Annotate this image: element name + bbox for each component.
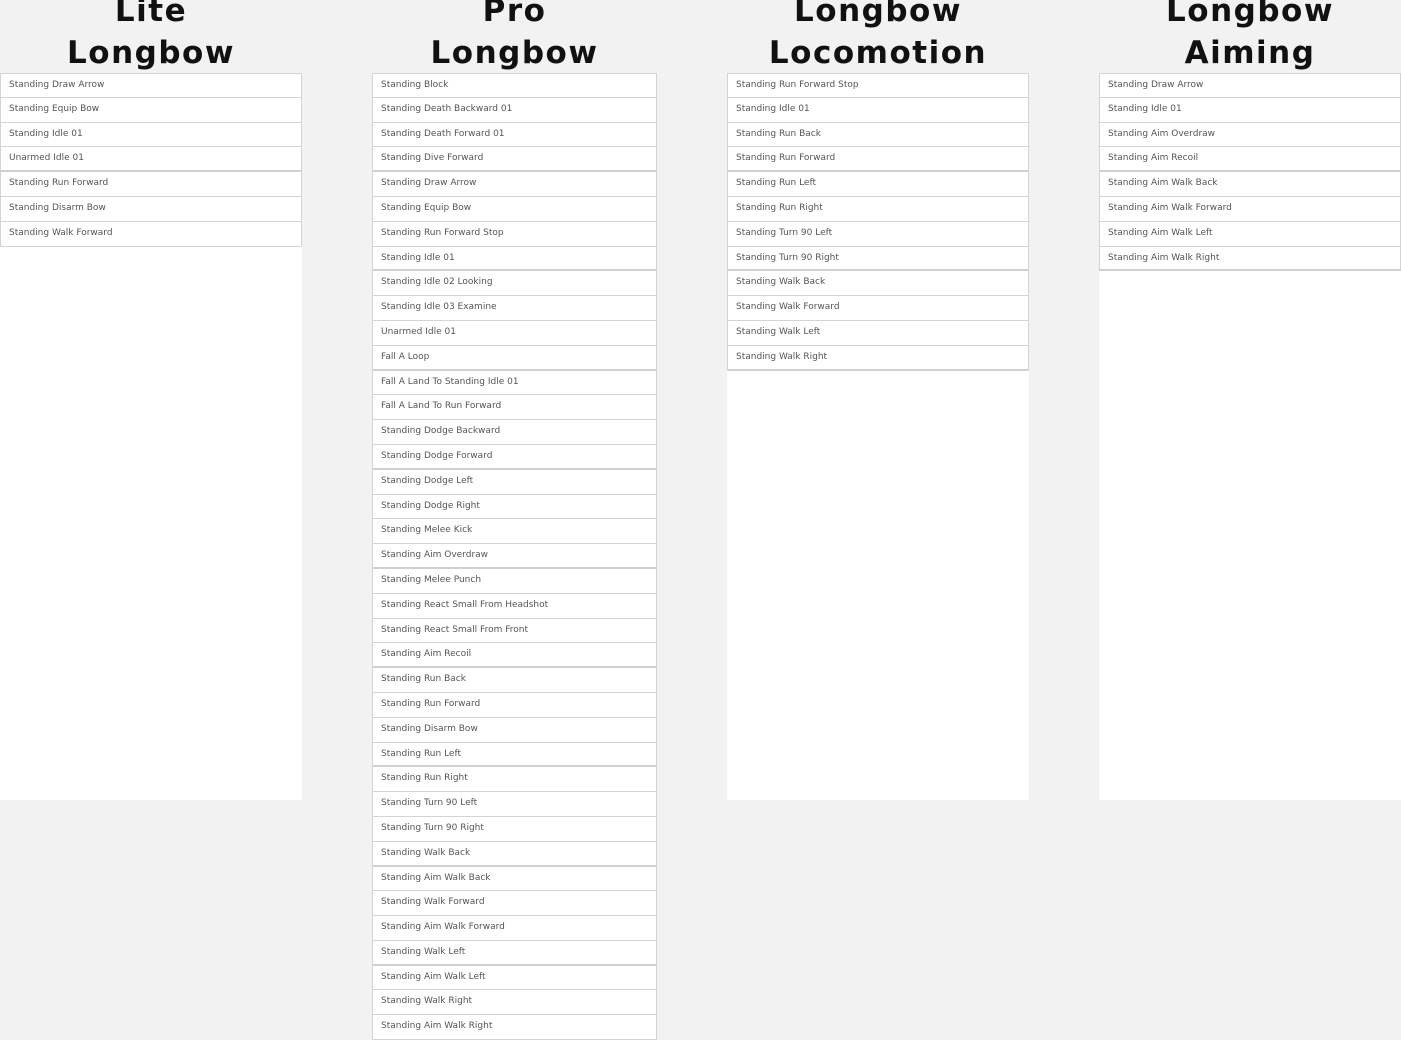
animation-list-item[interactable]: Standing React Small From Front bbox=[372, 618, 657, 644]
animation-list-item[interactable]: Standing Aim Walk Forward bbox=[372, 916, 657, 941]
column-title-line: Locomotion bbox=[768, 35, 988, 71]
animation-list-item[interactable]: Fall A Land To Run Forward bbox=[372, 395, 657, 421]
animation-list: Standing Block Standing Death Backward 01… bbox=[372, 73, 657, 1040]
animation-list-item[interactable]: Standing Walk Back bbox=[727, 271, 1029, 297]
animation-list-item[interactable]: Standing Idle 01 bbox=[0, 122, 302, 148]
animation-list-item[interactable]: Standing Idle 01 bbox=[372, 246, 657, 272]
animation-list-item[interactable]: Standing Aim Walk Right bbox=[372, 1015, 657, 1040]
column-title: Pro Longbow bbox=[372, 0, 657, 74]
animation-list-item[interactable]: Standing Aim Walk Back bbox=[1099, 172, 1401, 197]
animation-list-panel: Standing Draw Arrow Standing Idle 01 Stand… bbox=[1099, 73, 1401, 800]
animation-list-item[interactable]: Unarmed Idle 01 bbox=[0, 147, 302, 173]
column-title: Longbow Aiming bbox=[1099, 0, 1401, 74]
animation-list-item[interactable]: Standing Run Back bbox=[727, 122, 1029, 148]
column-title: Lite Longbow bbox=[0, 0, 302, 74]
animation-list-item[interactable]: Standing Turn 90 Right bbox=[727, 246, 1029, 272]
animation-list-item[interactable]: Standing Aim Walk Right bbox=[1099, 246, 1401, 272]
animation-list-item[interactable]: Standing Turn 90 Left bbox=[372, 792, 657, 817]
animation-list: Standing Run Forward Stop Standing Idle 0… bbox=[727, 73, 1029, 371]
animation-list: Standing Draw Arrow Standing Idle 01 Stand… bbox=[1099, 73, 1401, 272]
animation-list-item[interactable]: Standing React Small From Headshot bbox=[372, 593, 657, 619]
animation-list-item[interactable]: Standing Walk Left bbox=[727, 320, 1029, 346]
animation-list-item[interactable]: Standing Run Back bbox=[372, 668, 657, 693]
animation-list-item[interactable]: Standing Aim Walk Left bbox=[1099, 221, 1401, 247]
animation-list-item[interactable]: Standing Dodge Backward bbox=[372, 420, 657, 445]
animation-list-item[interactable]: Standing Aim Walk Back bbox=[372, 866, 657, 892]
animation-list: Standing Draw Arrow Standing Equip Bow Sta… bbox=[0, 73, 302, 247]
animation-list-item[interactable]: Standing Melee Kick bbox=[372, 519, 657, 545]
animation-list-item[interactable]: Standing Aim Overdraw bbox=[1099, 122, 1401, 148]
animation-list-item[interactable]: Standing Aim Recoil bbox=[1099, 147, 1401, 173]
animation-list-item[interactable]: Standing Idle 02 Looking bbox=[372, 271, 657, 297]
animation-list-item[interactable]: Standing Block bbox=[372, 73, 657, 98]
column-title-line: Lite bbox=[114, 0, 188, 29]
animation-list-item[interactable]: Standing Aim Walk Left bbox=[372, 965, 657, 991]
animation-list-item[interactable]: Standing Aim Recoil bbox=[372, 643, 657, 669]
column-title-line: Aiming bbox=[1184, 35, 1316, 71]
animation-list-item[interactable]: Standing Equip Bow bbox=[372, 196, 657, 222]
animation-list-item[interactable]: Standing Walk Forward bbox=[727, 296, 1029, 321]
animation-list-item[interactable]: Standing Turn 90 Left bbox=[727, 221, 1029, 247]
animation-list-item[interactable]: Standing Disarm Bow bbox=[0, 196, 302, 222]
column-title-line: Longbow bbox=[1166, 0, 1334, 29]
column-title-line: Longbow bbox=[430, 35, 599, 71]
animation-list-item[interactable]: Standing Draw Arrow bbox=[372, 172, 657, 197]
animation-list-item[interactable]: Standing Aim Walk Forward bbox=[1099, 196, 1401, 222]
animation-list-item[interactable]: Fall A Land To Standing Idle 01 bbox=[372, 370, 657, 396]
animation-list-item[interactable]: Standing Equip Bow bbox=[0, 97, 302, 123]
animation-list-item[interactable]: Standing Idle 01 bbox=[1099, 97, 1401, 123]
animation-list-panel: Standing Block Standing Death Backward 01… bbox=[372, 73, 657, 1040]
animation-list-item[interactable]: Standing Draw Arrow bbox=[1099, 73, 1401, 98]
animation-list-item[interactable]: Standing Dive Forward bbox=[372, 147, 657, 173]
animation-list-item[interactable]: Standing Death Backward 01 bbox=[372, 97, 657, 123]
column-title-line: Longbow bbox=[794, 0, 962, 29]
animation-list-item[interactable]: Standing Run Forward Stop bbox=[372, 221, 657, 247]
animation-list-item[interactable]: Standing Draw Arrow bbox=[0, 73, 302, 98]
animation-list-item[interactable]: Standing Idle 01 bbox=[727, 97, 1029, 123]
animation-list-item[interactable]: Standing Dodge Forward bbox=[372, 444, 657, 470]
animation-list-item[interactable]: Standing Dodge Right bbox=[372, 494, 657, 520]
animation-list-item[interactable]: Standing Walk Left bbox=[372, 940, 657, 966]
animation-list-panel: Standing Draw Arrow Standing Equip Bow Sta… bbox=[0, 73, 302, 800]
animation-list-item[interactable]: Unarmed Idle 01 bbox=[372, 320, 657, 346]
animation-list-item[interactable]: Standing Run Right bbox=[372, 767, 657, 793]
animation-list-item[interactable]: Standing Run Left bbox=[372, 742, 657, 768]
animation-list-item[interactable]: Standing Walk Back bbox=[372, 841, 657, 867]
animation-list-item[interactable]: Standing Walk Forward bbox=[0, 221, 302, 247]
animation-list-item[interactable]: Standing Walk Forward bbox=[372, 891, 657, 917]
animation-list-item[interactable]: Standing Idle 03 Examine bbox=[372, 296, 657, 321]
animation-list-item[interactable]: Standing Walk Right bbox=[372, 990, 657, 1016]
animation-list-item[interactable]: Standing Run Forward bbox=[372, 692, 657, 718]
animation-list-item[interactable]: Standing Disarm Bow bbox=[372, 717, 657, 743]
column-title: Longbow Locomotion bbox=[727, 0, 1029, 74]
column-title-line: Pro bbox=[482, 0, 547, 29]
animation-list-item[interactable]: Standing Run Forward bbox=[0, 172, 302, 197]
animation-list-item[interactable]: Standing Turn 90 Right bbox=[372, 816, 657, 842]
column-title-line: Longbow bbox=[67, 35, 235, 71]
animation-list-item[interactable]: Standing Run Forward bbox=[727, 147, 1029, 173]
animation-list-item[interactable]: Standing Dodge Left bbox=[372, 469, 657, 495]
animation-list-item[interactable]: Standing Run Left bbox=[727, 172, 1029, 197]
animation-list-item[interactable]: Standing Aim Overdraw bbox=[372, 544, 657, 569]
animation-list-item[interactable]: Standing Walk Right bbox=[727, 345, 1029, 371]
animation-list-panel: Standing Run Forward Stop Standing Idle 0… bbox=[727, 73, 1029, 800]
animation-list-item[interactable]: Standing Run Forward Stop bbox=[727, 73, 1029, 98]
animation-list-item[interactable]: Fall A Loop bbox=[372, 345, 657, 371]
animation-list-item[interactable]: Standing Melee Punch bbox=[372, 568, 657, 594]
animation-list-item[interactable]: Standing Run Right bbox=[727, 196, 1029, 222]
animation-list-item[interactable]: Standing Death Forward 01 bbox=[372, 122, 657, 148]
